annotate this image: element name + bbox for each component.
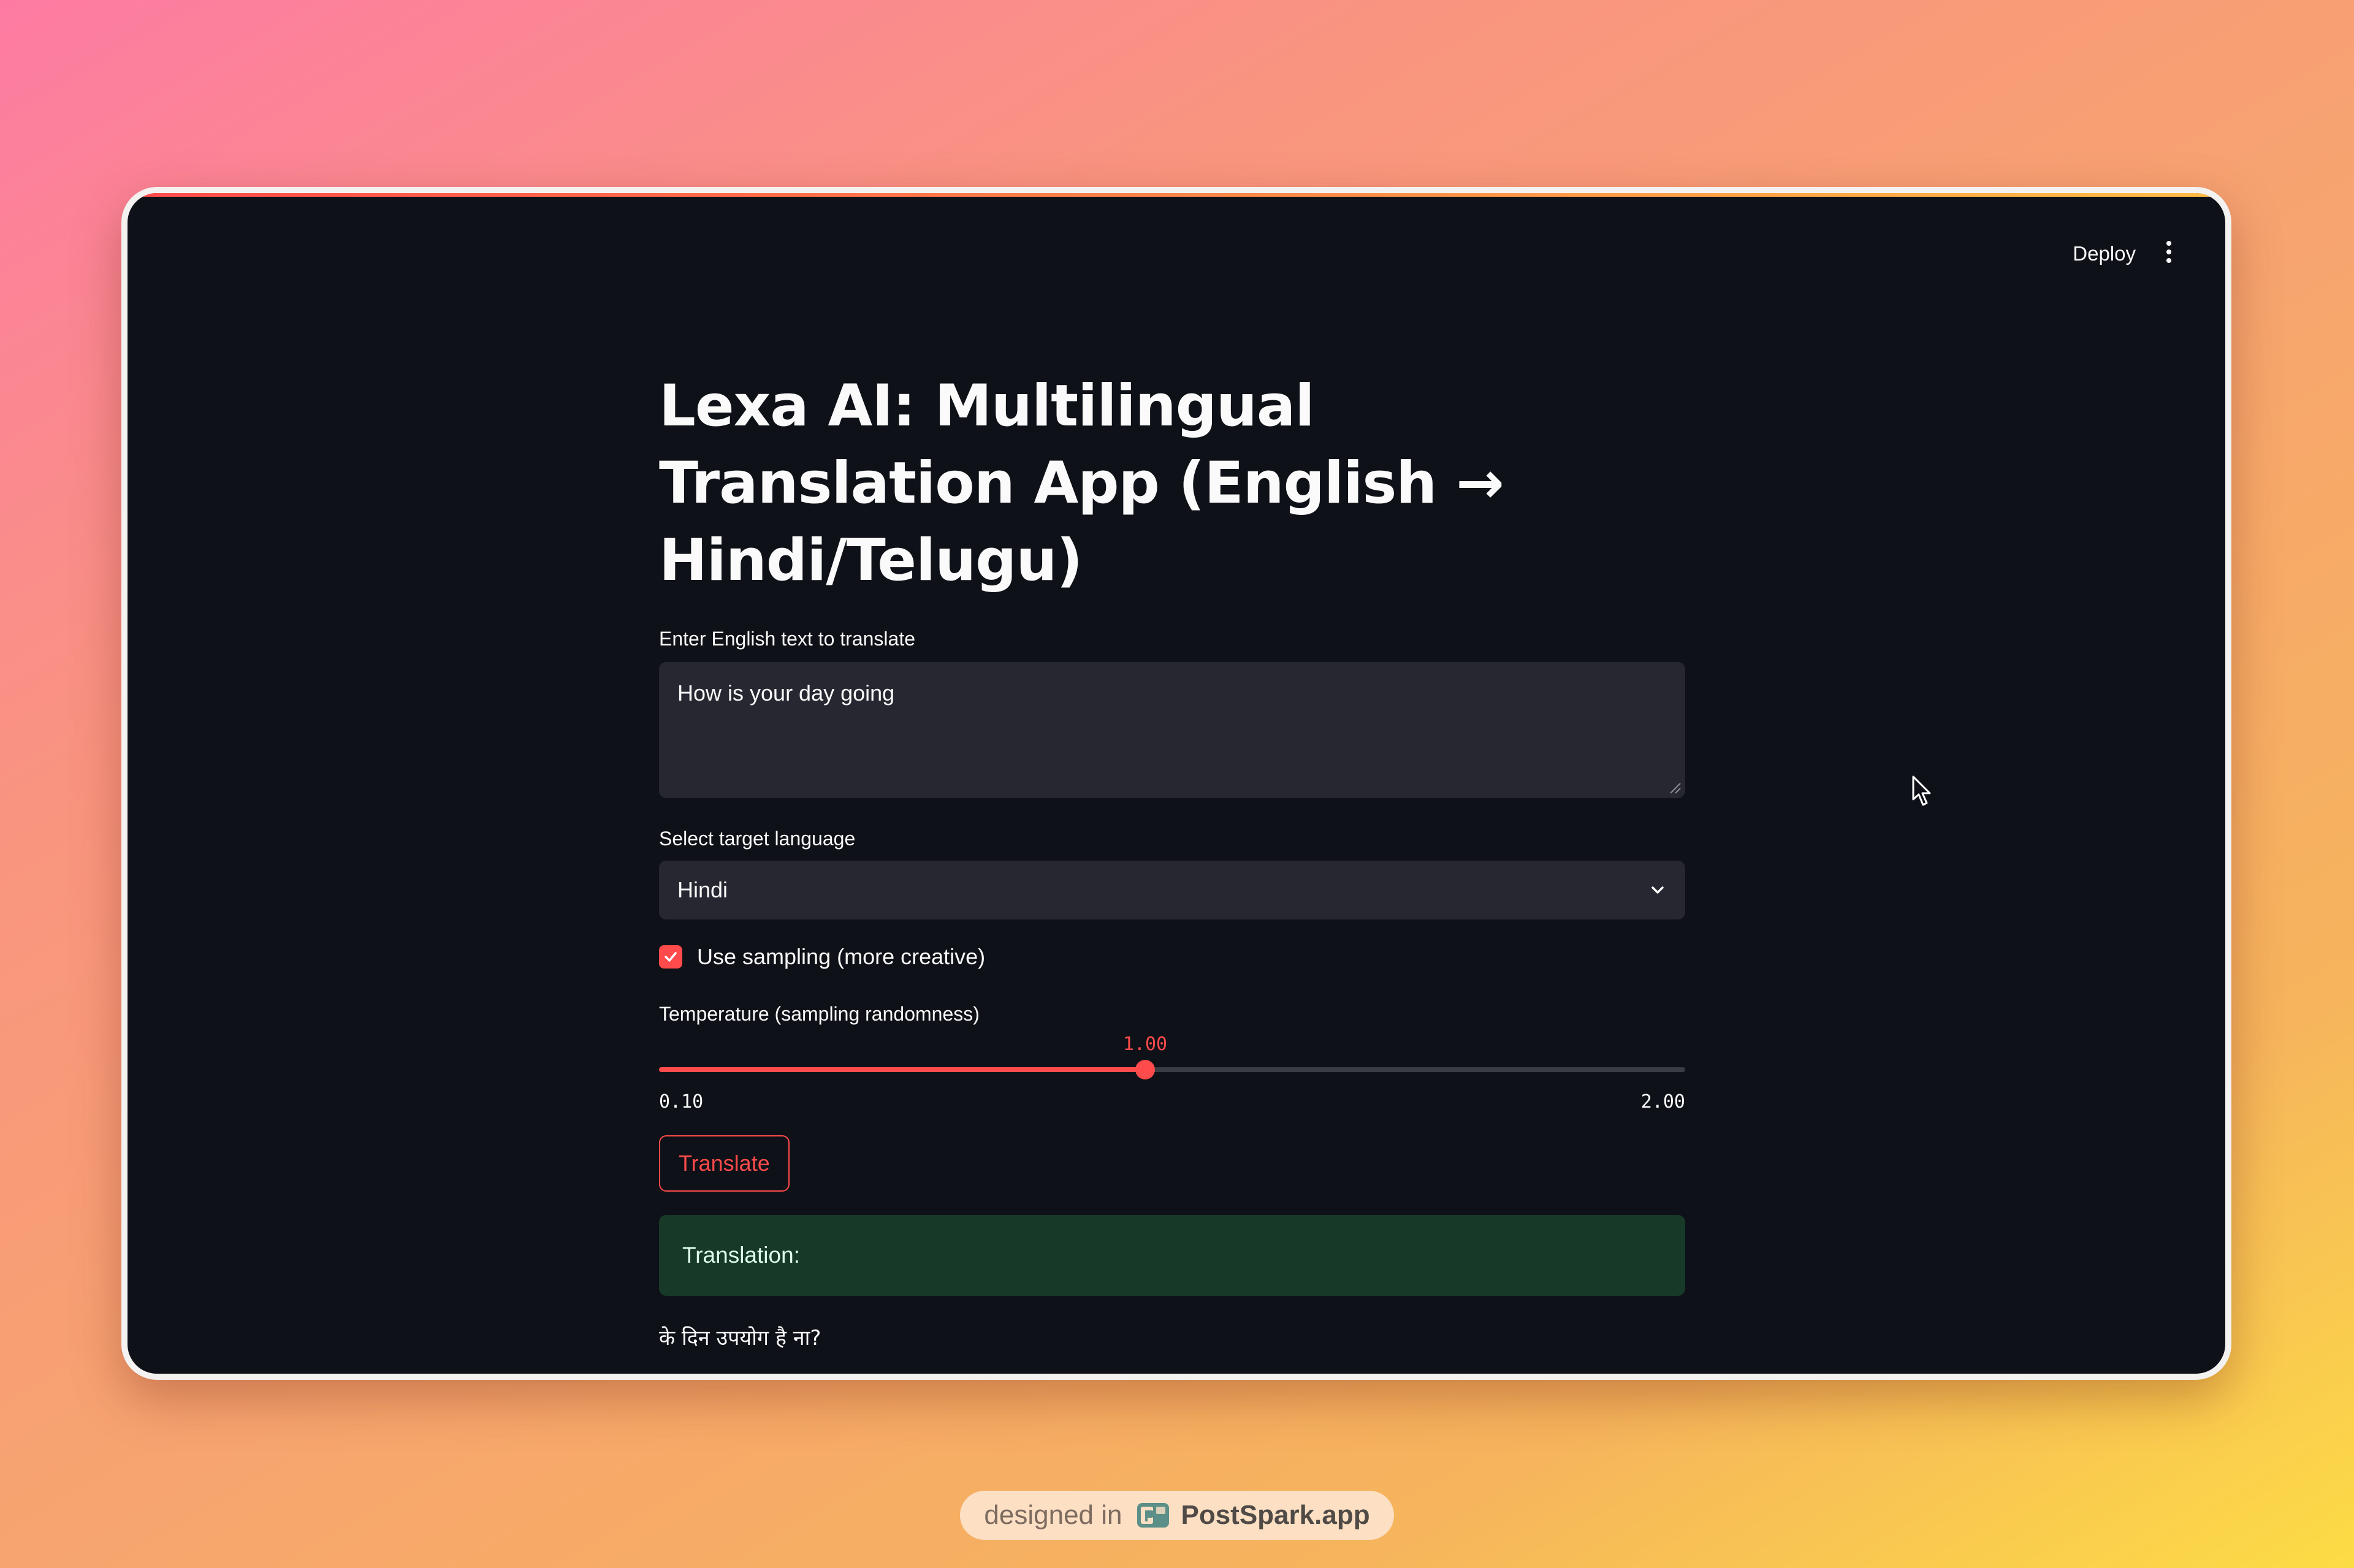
language-select-value: Hindi xyxy=(677,877,728,902)
translation-output: के दिन उपयोग है ना? xyxy=(659,1326,821,1350)
mouse-pointer-icon xyxy=(1912,775,1931,806)
sampling-checkbox-row[interactable]: Use sampling (more creative) xyxy=(659,944,1685,970)
vertical-dots-icon[interactable] xyxy=(2163,240,2175,264)
page-title: Lexa AI: Multilingual Translation App (E… xyxy=(659,373,1504,594)
text-input[interactable]: How is your day going xyxy=(659,662,1685,798)
translation-result-label: Translation: xyxy=(682,1243,800,1268)
slider-fill xyxy=(659,1067,1145,1072)
translation-result-box: Translation: xyxy=(659,1215,1685,1296)
slider-max-label: 2.00 xyxy=(1640,1091,1685,1113)
sampling-checkbox-label: Use sampling (more creative) xyxy=(697,944,986,969)
checkmark-icon xyxy=(665,952,677,962)
temperature-slider-label: Temperature (sampling randomness) xyxy=(659,1003,980,1025)
sampling-checkbox[interactable] xyxy=(659,945,682,969)
resize-grip-icon[interactable] xyxy=(1668,781,1682,794)
decoration-strip xyxy=(128,193,2225,197)
translate-button[interactable]: Translate xyxy=(659,1135,790,1192)
slider-current-value: 1.00 xyxy=(1122,1033,1168,1055)
slider-thumb[interactable] xyxy=(1135,1060,1155,1079)
deploy-button[interactable]: Deploy xyxy=(2073,242,2136,265)
watermark-brand: PostSpark.app xyxy=(1181,1500,1370,1530)
text-input-label: Enter English text to translate xyxy=(659,628,915,650)
postspark-logo-icon xyxy=(1137,1503,1170,1528)
text-input-value: How is your day going xyxy=(677,680,895,706)
chevron-down-icon xyxy=(1651,886,1664,894)
temperature-slider[interactable]: 1.00 0.10 2.00 xyxy=(659,1026,1685,1113)
language-select[interactable]: Hindi xyxy=(659,861,1685,919)
language-select-label: Select target language xyxy=(659,828,856,850)
main-content: Lexa AI: Multilingual Translation App (E… xyxy=(659,368,1685,1351)
slider-min-label: 0.10 xyxy=(659,1091,704,1113)
watermark-prefix: designed in xyxy=(984,1500,1122,1530)
watermark-badge: designed in PostSpark.app xyxy=(960,1491,1394,1540)
slider-track[interactable] xyxy=(659,1067,1685,1072)
